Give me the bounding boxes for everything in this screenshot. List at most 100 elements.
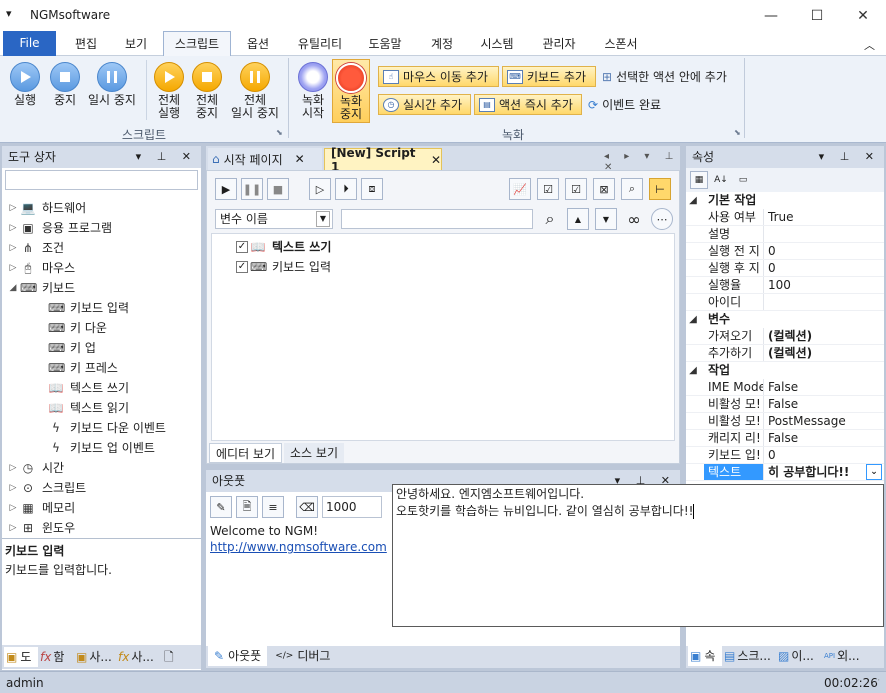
toolbox-item[interactable]: ⌨ 키 다운 bbox=[2, 318, 201, 338]
panel-controls[interactable]: ▾ ⊥ ✕ bbox=[819, 146, 880, 168]
tab-toolbox[interactable]: ▣ 도 bbox=[4, 647, 38, 667]
tab-script-list[interactable]: ▤ 스크... bbox=[724, 646, 776, 666]
variable-input[interactable] bbox=[341, 209, 533, 229]
tab-options[interactable]: 옵션 bbox=[240, 34, 276, 56]
property-value[interactable]: True bbox=[764, 209, 884, 225]
chart-icon[interactable]: 📈 bbox=[509, 178, 531, 200]
delay-input[interactable]: 1000 bbox=[322, 496, 382, 518]
expander-icon[interactable]: ▷ bbox=[6, 458, 20, 478]
property-value[interactable]: False bbox=[764, 396, 884, 412]
tab-user[interactable]: ▣ 사... bbox=[76, 647, 116, 667]
tab-user-functions[interactable]: fx 사... bbox=[118, 647, 162, 667]
close-icon[interactable]: ✕ bbox=[840, 0, 886, 31]
pause-icon[interactable]: ❚❚ bbox=[241, 178, 263, 200]
property-row[interactable]: IME Mode False bbox=[686, 379, 884, 396]
toolbox-item[interactable]: ▷ ⋔ 조건 bbox=[2, 238, 201, 258]
property-row[interactable]: 설명 bbox=[686, 226, 884, 243]
property-value[interactable]: False bbox=[764, 379, 884, 395]
step-icon[interactable]: ⏵ bbox=[335, 178, 357, 200]
tab-properties[interactable]: ▣ 속 bbox=[688, 646, 722, 666]
eraser-icon[interactable]: ⌫ bbox=[296, 496, 318, 518]
resize-grip-icon[interactable]: ⋰ bbox=[872, 678, 880, 687]
stop-button[interactable]: 중지 bbox=[48, 62, 82, 107]
property-value[interactable] bbox=[764, 294, 884, 310]
realtime-add-button[interactable]: ◷ 실시간 추가 bbox=[378, 94, 471, 115]
tab-script-1[interactable]: [New] Script 1 ✕ bbox=[324, 146, 442, 174]
chevron-down-icon[interactable]: ▼ bbox=[316, 211, 330, 227]
move-up-icon[interactable]: ▲ bbox=[567, 208, 589, 230]
minimize-icon[interactable]: — bbox=[748, 0, 794, 31]
collapse-icon[interactable]: ◢ bbox=[686, 192, 700, 209]
keyboard-add-button[interactable]: ⌨ 키보드 추가 bbox=[502, 66, 596, 87]
broom-icon[interactable]: ✎ bbox=[210, 496, 232, 518]
toolbox-item[interactable]: ▷ ⊙ 스크립트 bbox=[2, 478, 201, 498]
action-checkbox[interactable]: ✓ bbox=[236, 241, 248, 253]
mouse-move-add-button[interactable]: ☝ 마우스 이동 추가 bbox=[378, 66, 499, 87]
tree-view-icon[interactable]: ⊢ bbox=[649, 178, 671, 200]
toolbox-item[interactable]: ◢ ⌨ 키보드 bbox=[2, 278, 201, 298]
stop-all-button[interactable]: 전체 중지 bbox=[190, 62, 224, 120]
dialog-launcher-icon[interactable]: ⬊ bbox=[734, 128, 741, 137]
expander-icon[interactable]: ◢ bbox=[6, 278, 20, 298]
tab-api[interactable]: API 외... bbox=[824, 646, 872, 666]
tab-functions[interactable]: fx 함 bbox=[40, 647, 74, 667]
categorized-icon[interactable]: ▦ bbox=[690, 171, 708, 189]
tab-debug[interactable]: </> 디버그 bbox=[269, 646, 336, 666]
toolbox-item[interactable]: ⌨ 키 업 bbox=[2, 338, 201, 358]
toolbox-item[interactable]: ▷ 💻 하드웨어 bbox=[2, 198, 201, 218]
action-row[interactable]: ✓ 📖 텍스트 쓰기 bbox=[236, 237, 674, 257]
check-icon[interactable]: ☑ bbox=[537, 178, 559, 200]
property-pages-icon[interactable]: ▭ bbox=[734, 171, 752, 189]
property-value[interactable]: 0 bbox=[764, 243, 884, 259]
expander-icon[interactable]: ▷ bbox=[6, 238, 20, 258]
stop-icon[interactable]: ■ bbox=[267, 178, 289, 200]
close-tab-icon[interactable]: ✕ bbox=[431, 153, 441, 167]
tab-edit[interactable]: 편집 bbox=[68, 34, 104, 56]
tab-output[interactable]: ✎ 아웃풋 bbox=[208, 646, 268, 666]
property-row[interactable]: 캐리지 리! False bbox=[686, 430, 884, 447]
expander-icon[interactable]: ▷ bbox=[6, 478, 20, 498]
variable-select[interactable]: 변수 이름 ▼ bbox=[215, 209, 333, 229]
toolbox-item[interactable]: ▷ 🖰 마우스 bbox=[2, 258, 201, 278]
property-row[interactable]: 텍스트 히 공부합니다!! ⌄ bbox=[686, 464, 884, 481]
run-button[interactable]: 실행 bbox=[8, 62, 42, 107]
property-row[interactable]: 실행율 100 bbox=[686, 277, 884, 294]
property-row[interactable]: 실행 후 지0 bbox=[686, 260, 884, 277]
close-tab-icon[interactable]: ✕ bbox=[295, 152, 305, 166]
tab-image[interactable]: ▨ 이... bbox=[778, 646, 822, 666]
tab-utility[interactable]: 유틸리티 bbox=[290, 34, 350, 56]
toolbox-item[interactable]: ⌨ 키 프레스 bbox=[2, 358, 201, 378]
property-row[interactable]: 비활성 모! False bbox=[686, 396, 884, 413]
alphabetical-icon[interactable]: A↓ bbox=[712, 171, 730, 189]
property-row[interactable]: 실행 전 지0 bbox=[686, 243, 884, 260]
tab-editor-view[interactable]: 에디터 보기 bbox=[209, 443, 283, 463]
expander-icon[interactable]: ▷ bbox=[6, 198, 20, 218]
list-icon[interactable]: ≡ bbox=[262, 496, 284, 518]
property-category[interactable]: ◢ 작업 bbox=[686, 362, 884, 379]
dialog-launcher-icon[interactable]: ⬊ bbox=[276, 128, 283, 137]
property-value[interactable]: 100 bbox=[764, 277, 884, 293]
add-in-selected-button[interactable]: ⊞ 선택한 액션 안에 추가 bbox=[598, 66, 748, 87]
property-row[interactable]: 비활성 모! PostMessage bbox=[686, 413, 884, 430]
play-icon[interactable]: ▶ bbox=[215, 178, 237, 200]
panel-controls[interactable]: ▾ ⊥ ✕ bbox=[136, 146, 197, 168]
action-checkbox[interactable]: ✓ bbox=[236, 261, 248, 273]
expander-icon[interactable]: ▷ bbox=[6, 218, 20, 238]
move-down-icon[interactable]: ▼ bbox=[595, 208, 617, 230]
step-into-icon[interactable]: ⧈ bbox=[361, 178, 383, 200]
play-outline-icon[interactable]: ▷ bbox=[309, 178, 331, 200]
toolbox-item[interactable]: ϟ 키보드 다운 이벤트 bbox=[2, 418, 201, 438]
property-value[interactable]: (컬렉션) bbox=[764, 328, 884, 344]
file-menu-button[interactable]: File bbox=[3, 31, 56, 56]
collapse-icon[interactable]: ◢ bbox=[686, 311, 700, 328]
infinity-icon[interactable]: ∞ bbox=[623, 208, 645, 230]
property-row[interactable]: 가져오기 (컬렉션) bbox=[686, 328, 884, 345]
tab-source-view[interactable]: 소스 보기 bbox=[284, 443, 344, 463]
pause-button[interactable]: 일시 중지 bbox=[86, 62, 138, 107]
event-complete-button[interactable]: ⟳ 이벤트 완료 bbox=[584, 94, 684, 115]
toolbox-item[interactable]: ϟ 키보드 업 이벤트 bbox=[2, 438, 201, 458]
tab-system[interactable]: 시스템 bbox=[474, 34, 520, 56]
pause-all-button[interactable]: 전체 일시 중지 bbox=[228, 62, 282, 120]
toolbox-item[interactable]: ▷ ▣ 응용 프로그램 bbox=[2, 218, 201, 238]
toolbox-search-input[interactable] bbox=[5, 170, 198, 190]
